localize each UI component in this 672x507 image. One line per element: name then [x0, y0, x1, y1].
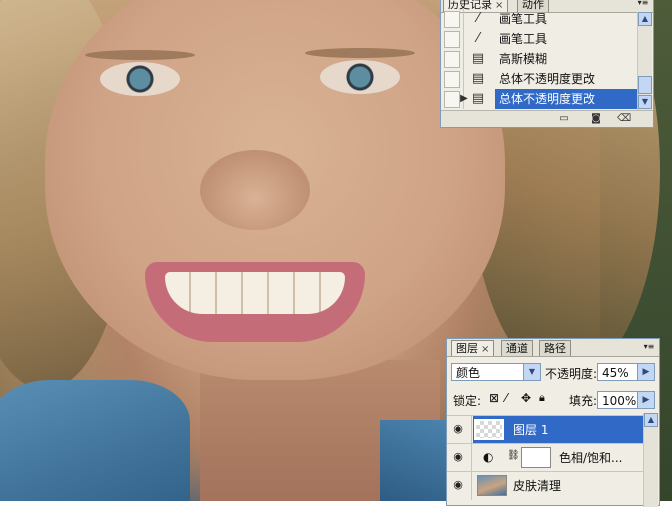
left-eye [100, 62, 180, 96]
layers-panel: 图层 × 通道 路径 ▾≡ 颜色 ▼ 不透明度: 45% ▶ 锁定: ⊠ ⁄ ✥ … [446, 338, 660, 507]
layers-scrollbar[interactable]: ▲ [643, 413, 658, 507]
fill-value: 100% [602, 394, 637, 408]
lock-all-icon[interactable]: 🔒︎ [539, 391, 545, 405]
snapshot-source-box[interactable] [444, 31, 460, 48]
divider [471, 444, 472, 472]
blend-mode-value: 颜色 [456, 366, 481, 380]
tab-paths[interactable]: 路径 [539, 340, 571, 356]
nose [200, 150, 310, 230]
opacity-field[interactable]: 45% ▶ [597, 363, 655, 381]
brush-icon: ⁄ [476, 11, 480, 26]
layer-name[interactable]: 图层 1 [513, 416, 548, 444]
history-item-selected[interactable]: ▶ ▤ 总体不透明度更改 [441, 89, 637, 109]
tab-layers[interactable]: 图层 × [451, 340, 495, 357]
chevron-right-icon[interactable]: ▶ [637, 364, 654, 380]
scroll-up-icon[interactable]: ▲ [644, 413, 658, 427]
history-scrollbar[interactable]: ▲ ▼ [637, 12, 652, 110]
right-eye [320, 60, 400, 94]
layer-name[interactable]: 色相/饱和... [559, 444, 623, 472]
panel-menu-icon[interactable]: ▾≡ [636, 0, 650, 9]
new-snapshot-icon[interactable]: ◙ [589, 112, 603, 125]
history-state-icon: ▤ [471, 71, 485, 86]
tab-layers-label: 图层 [456, 342, 478, 355]
layer-mask-thumbnail [521, 447, 551, 468]
history-item-label: 画笔工具 [499, 32, 548, 46]
snapshot-source-box[interactable] [444, 51, 460, 68]
left-eyebrow [85, 50, 195, 60]
eye-icon[interactable]: ◉ [450, 450, 466, 464]
layer-row[interactable]: ◉ ◐ ⛓︎ 色相/饱和... [447, 443, 643, 472]
snapshot-source-box[interactable] [444, 71, 460, 88]
eye-icon[interactable]: ◉ [450, 478, 466, 492]
divider [463, 69, 464, 89]
history-item-label: 总体不透明度更改 [495, 89, 637, 109]
snapshot-source-box[interactable] [444, 11, 460, 28]
scroll-up-icon[interactable]: ▲ [638, 12, 652, 26]
divider [463, 49, 464, 69]
tab-paths-label: 路径 [544, 342, 566, 355]
history-item[interactable]: ▤ 总体不透明度更改 [441, 69, 637, 89]
teeth [165, 272, 345, 314]
trash-icon[interactable]: ⌫ [617, 112, 631, 125]
lock-label: 锁定: [453, 394, 482, 408]
right-eyebrow [305, 48, 415, 58]
lock-position-icon[interactable]: ✥ [521, 391, 531, 405]
snapshot-source-box[interactable] [444, 91, 460, 108]
layer-row-selected[interactable]: ◉ 图层 1 [447, 415, 643, 444]
link-icon[interactable]: ⛓︎ [507, 450, 520, 461]
fill-field[interactable]: 100% ▶ [597, 391, 655, 409]
opacity-label: 不透明度: [545, 367, 598, 381]
panel-menu-icon[interactable]: ▾≡ [642, 341, 656, 353]
history-item-label: 画笔工具 [499, 12, 548, 26]
chevron-down-icon[interactable]: ▼ [523, 364, 540, 380]
layer-name[interactable]: 皮肤清理 [513, 472, 561, 500]
brush-icon: ⁄ [476, 31, 480, 46]
layer-thumbnail [474, 419, 504, 440]
divider [463, 29, 464, 49]
history-item[interactable]: ⁄ 画笔工具 [441, 29, 637, 49]
history-item-label: 高斯模糊 [499, 52, 548, 66]
history-state-icon: ▤ [471, 51, 485, 66]
opacity-value: 45% [602, 366, 629, 380]
lock-transparent-pixels-icon[interactable]: ⊠ [489, 391, 499, 405]
tab-channels-label: 通道 [506, 342, 528, 355]
new-document-icon[interactable]: ▭ [557, 112, 571, 125]
divider [471, 416, 472, 444]
layer-row[interactable]: ◉ 皮肤清理 [447, 471, 643, 500]
history-item-label: 总体不透明度更改 [499, 72, 596, 86]
close-icon[interactable]: × [481, 342, 489, 357]
history-panel: 历史记录 × 动作 ▾≡ ⁄ 画笔工具 ⁄ 画笔工具 ▤ 高斯模糊 ▤ 总体不透明… [440, 0, 654, 128]
history-item[interactable]: ⁄ 画笔工具 [441, 9, 637, 29]
scroll-thumb[interactable] [638, 76, 652, 94]
history-item[interactable]: ▤ 高斯模糊 [441, 49, 637, 69]
shirt-left [0, 380, 190, 501]
eye-icon[interactable]: ◉ [450, 422, 466, 436]
divider [463, 9, 464, 29]
lock-image-pixels-icon[interactable]: ⁄ [505, 391, 507, 405]
fill-label: 填充: [569, 394, 598, 408]
history-bottom-bar: ▭ ◙ ⌫ [441, 110, 653, 127]
scroll-down-icon[interactable]: ▼ [638, 95, 652, 109]
tab-channels[interactable]: 通道 [501, 340, 533, 356]
layer-thumbnail [477, 475, 507, 496]
divider [471, 472, 472, 500]
layers-panel-tabs: 图层 × 通道 路径 ▾≡ [447, 339, 659, 357]
blend-mode-select[interactable]: 颜色 ▼ [451, 363, 541, 381]
chevron-right-icon[interactable]: ▶ [637, 392, 654, 408]
adjustment-layer-icon: ◐ [483, 450, 494, 464]
history-state-pointer-icon: ▶ [460, 93, 468, 104]
history-state-icon: ▤ [471, 91, 485, 106]
